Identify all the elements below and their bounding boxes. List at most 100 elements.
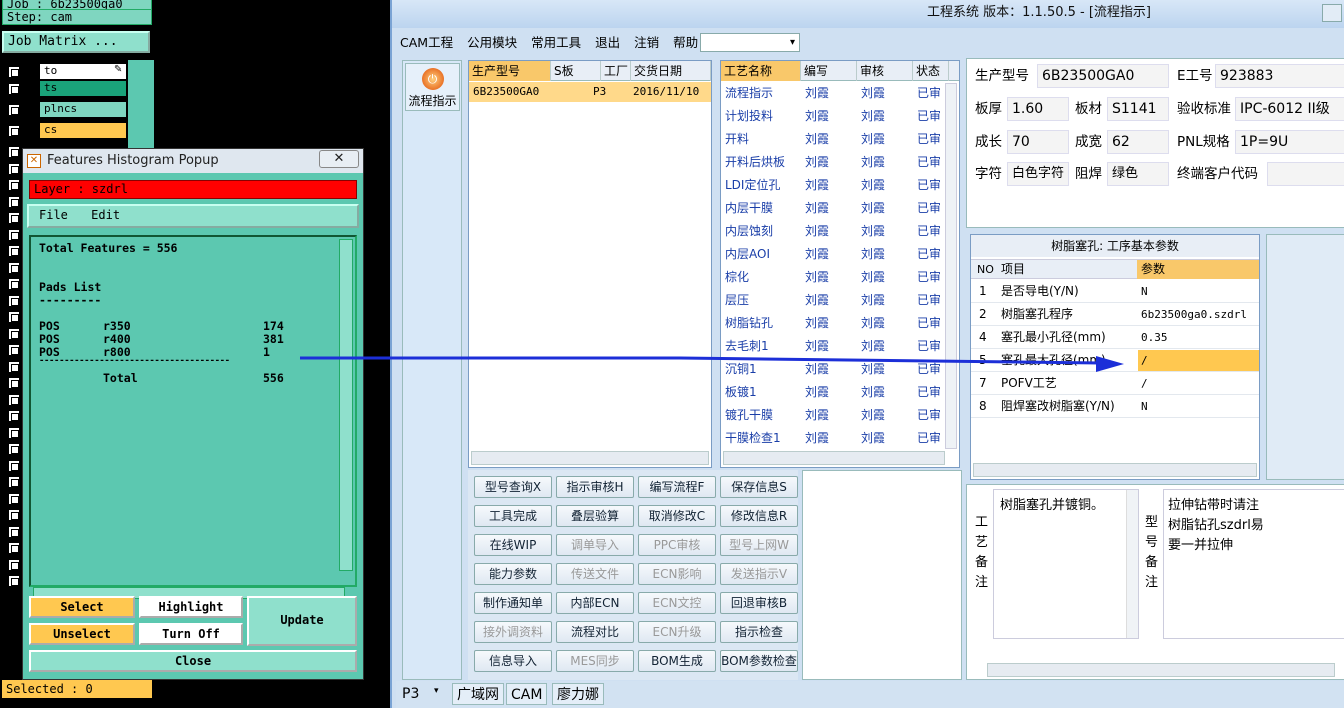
process-name[interactable]: 内层AOI [725, 243, 770, 266]
layer-checkbox[interactable] [8, 261, 20, 274]
layer-checkbox[interactable] [8, 542, 20, 554]
action-button[interactable]: 修改信息R [720, 505, 798, 527]
layer-checkbox[interactable] [8, 278, 20, 290]
action-button[interactable]: ECN文控 [638, 592, 716, 614]
layer-checkbox[interactable] [8, 476, 20, 488]
thickness-field[interactable]: 1.60 [1007, 97, 1069, 121]
width-field[interactable]: 62 [1107, 130, 1169, 154]
action-button[interactable]: 回退审核B [720, 592, 798, 614]
tab-p3[interactable]: P3 [398, 683, 423, 705]
process-name[interactable]: 棕化 [725, 266, 749, 289]
action-button[interactable]: 工具完成 [474, 505, 552, 527]
layer-row-cs[interactable]: cs [4, 122, 154, 140]
unselect-button[interactable]: Unselect [29, 623, 135, 645]
layer-checkbox[interactable] [8, 125, 20, 137]
process-name[interactable]: LDI定位孔 [725, 174, 780, 197]
param-row[interactable]: 8 阻焊塞改树脂塞(Y/N) N [971, 396, 1259, 418]
process-remark-box[interactable]: 树脂塞孔并镀铜。 [993, 489, 1139, 639]
layer-checkbox[interactable] [8, 294, 20, 307]
layer-checkbox[interactable] [8, 146, 20, 158]
action-button[interactable]: 能力参数 [474, 563, 552, 585]
action-button[interactable]: 制作通知单 [474, 592, 552, 614]
histogram-text-area[interactable]: Total Features = 556 Pads List ---------… [29, 235, 357, 599]
layer-checkbox[interactable] [8, 228, 20, 241]
action-button[interactable]: PPC审核 [638, 534, 716, 556]
orders-col-factory[interactable]: 工厂 [601, 61, 631, 81]
process-name[interactable]: 板镀1 [725, 381, 757, 404]
layer-checkbox[interactable] [8, 311, 20, 323]
process-name[interactable]: 流程指示 [725, 82, 773, 105]
action-button[interactable]: 在线WIP [474, 534, 552, 556]
action-button[interactable]: 指示审核H [556, 476, 634, 498]
tab-user[interactable]: 廖力娜 [552, 683, 604, 705]
model-remark-box[interactable]: 拉伸钻带时请注 树脂钻孔szdrl易 要一并拉伸 [1163, 489, 1344, 639]
process-name[interactable]: 内层干膜 [725, 197, 773, 220]
process-name[interactable]: 镀孔干膜 [725, 404, 773, 427]
layer-checkbox[interactable] [8, 327, 20, 340]
layer-checkbox[interactable] [8, 66, 20, 78]
action-button[interactable]: ECN升级 [638, 621, 716, 643]
layer-row-plncs[interactable]: plncs [4, 101, 154, 119]
layer-checkbox[interactable] [8, 195, 20, 208]
layer-checkbox[interactable] [8, 83, 20, 95]
tab-cam[interactable]: CAM [506, 683, 548, 705]
orders-col-date[interactable]: 交货日期 [631, 61, 711, 81]
layer-checkbox[interactable] [8, 525, 20, 538]
action-button[interactable]: BOM生成 [638, 650, 716, 672]
process-name[interactable]: 开料 [725, 128, 749, 151]
standard-field[interactable]: IPC-6012 II级 [1235, 97, 1344, 121]
process-name[interactable]: 层压 [725, 289, 749, 312]
layer-checkbox[interactable] [8, 575, 20, 587]
process-col-reviewer[interactable]: 审核 [857, 61, 913, 81]
process-name[interactable]: 计划投料 [725, 105, 773, 128]
orders-grid[interactable]: 生产型号 S板 工厂 交货日期 6B23500GA0 P3 2016/11/10 [468, 60, 712, 468]
orders-col-s[interactable]: S板 [551, 61, 601, 81]
highlight-button[interactable]: Highlight [139, 596, 243, 618]
layer-checkbox[interactable] [8, 410, 20, 422]
action-button[interactable]: 取消修改C [638, 505, 716, 527]
action-button[interactable]: 发送指示V [720, 563, 798, 585]
orders-col-model[interactable]: 生产型号 [469, 61, 551, 81]
process-grid[interactable]: 工艺名称 编写 审核 状态 流程指示 刘霞 刘霞 已审 计划投料 刘霞 刘霞 已审 开料 刘霞 刘霞… [720, 60, 960, 468]
action-button[interactable]: MES同步 [556, 650, 634, 672]
toolbar-combo[interactable] [700, 33, 800, 52]
action-button[interactable]: 保存信息S [720, 476, 798, 498]
action-button[interactable]: 编写流程F [638, 476, 716, 498]
layer-checkbox[interactable] [8, 558, 20, 571]
layer-checkbox[interactable] [8, 162, 20, 175]
process-hscrollbar[interactable] [723, 451, 945, 465]
close-window-button[interactable]: ✕ [319, 150, 359, 168]
orders-hscrollbar[interactable] [471, 451, 709, 465]
layer-row-to[interactable]: to ✎ [4, 63, 154, 81]
menu-help[interactable]: 帮助 [673, 35, 698, 50]
tab-wan[interactable]: 广域网 [452, 683, 504, 705]
action-button[interactable]: 型号查询X [474, 476, 552, 498]
update-button[interactable]: Update [247, 596, 357, 646]
layer-checkbox[interactable] [8, 426, 20, 439]
process-name[interactable]: 干膜检查1 [725, 427, 781, 450]
close-button[interactable]: Close [29, 650, 357, 672]
layer-checkbox[interactable] [8, 104, 20, 116]
process-name[interactable]: 内层蚀刻 [725, 220, 773, 243]
layer-checkbox[interactable] [8, 443, 20, 455]
action-button[interactable]: 接外调资料 [474, 621, 552, 643]
window-control[interactable] [1322, 4, 1342, 22]
layer-checkbox[interactable] [8, 344, 20, 356]
layer-checkbox[interactable] [8, 245, 20, 257]
process-col-writer[interactable]: 编写 [801, 61, 857, 81]
material-field[interactable]: S1141 [1107, 97, 1169, 121]
action-button[interactable]: 调单导入 [556, 534, 634, 556]
menu-file[interactable]: File [39, 208, 68, 222]
length-field[interactable]: 70 [1007, 130, 1069, 154]
action-button[interactable]: 流程对比 [556, 621, 634, 643]
layer-checkbox[interactable] [8, 360, 20, 373]
vertical-scrollbar[interactable] [339, 239, 353, 571]
layer-checkbox[interactable] [8, 212, 20, 224]
remarks-hscrollbar[interactable] [987, 663, 1335, 677]
model-field[interactable]: 6B23500GA0 [1037, 64, 1169, 88]
eno-field[interactable]: 923883 [1215, 64, 1344, 88]
action-button[interactable]: 内部ECN [556, 592, 634, 614]
params-hscrollbar[interactable] [973, 463, 1257, 477]
layer-checkbox[interactable] [8, 393, 20, 406]
param-row[interactable]: 1 是否导电(Y/N) N [971, 281, 1259, 303]
